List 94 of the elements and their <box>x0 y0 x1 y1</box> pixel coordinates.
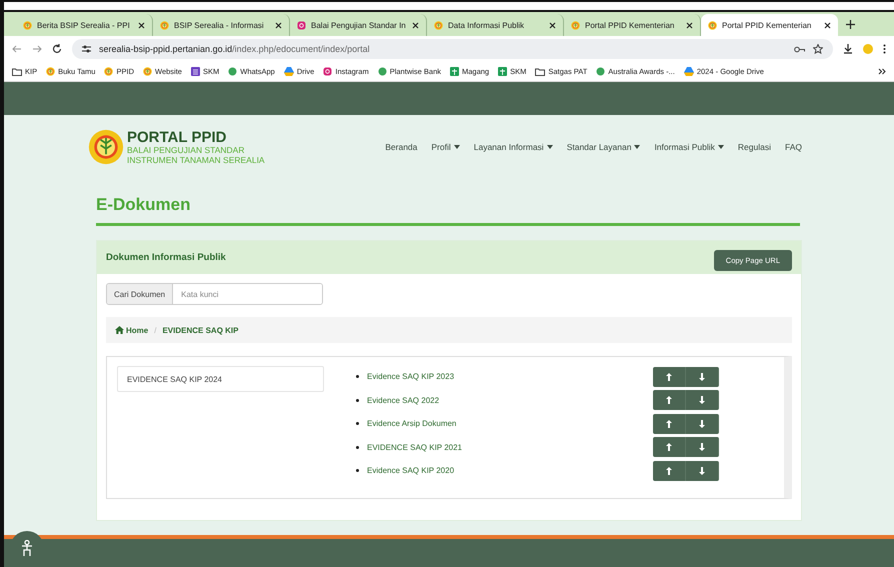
document-link[interactable]: EVIDENCE SAQ KIP 2021 <box>367 442 653 452</box>
folder-icon <box>535 68 546 76</box>
arrow-down-icon <box>699 466 705 475</box>
camera-icon <box>297 20 306 30</box>
close-icon[interactable] <box>686 22 693 28</box>
bullet <box>356 398 359 402</box>
nav-link[interactable]: Informasi Publik <box>654 142 724 152</box>
document-link[interactable]: Evidence SAQ KIP 2023 <box>367 372 653 382</box>
caret-icon <box>634 145 640 149</box>
document-link[interactable]: Evidence SAQ KIP 2020 <box>367 466 653 476</box>
emblem-icon <box>434 20 443 30</box>
nav-link[interactable]: FAQ <box>784 142 802 152</box>
site-title: PORTAL PPID <box>127 130 228 144</box>
arrow-up-icon <box>666 420 672 428</box>
bullet <box>356 375 359 378</box>
site-subtitle: BALAI PENGUJIAN STANDAR <box>127 144 246 154</box>
nav-link[interactable]: Standar Layanan <box>566 142 640 152</box>
address-bar[interactable]: serealia-bsip-ppid.pertanian.go.id/index.php/edocument/index/portal <box>72 39 833 59</box>
arrow-up-icon <box>666 396 672 404</box>
move-up-button[interactable] <box>653 460 686 481</box>
caret-icon <box>454 145 460 149</box>
plus-icon[interactable] <box>846 20 855 29</box>
emblem-icon <box>104 67 114 76</box>
arrow-up-icon <box>666 443 672 452</box>
breadcrumb-current: EVIDENCE SAQ KIP <box>162 326 238 334</box>
sheet-icon <box>498 67 508 76</box>
nav-link[interactable]: Layanan Informasi <box>474 142 553 152</box>
arrow-up-icon <box>666 372 672 381</box>
close-icon[interactable] <box>138 22 145 28</box>
home-icon <box>115 326 124 334</box>
emblem-icon <box>571 20 580 30</box>
star-icon[interactable] <box>813 44 823 54</box>
arrow-down-icon <box>699 420 705 428</box>
url-text: serealia-bsip-ppid.pertanian.go.id/index.php/edocument/index/portal <box>99 44 370 54</box>
back-icon[interactable] <box>12 44 22 54</box>
move-up-button[interactable] <box>653 366 686 387</box>
move-down-button[interactable] <box>686 437 719 458</box>
folder-item[interactable]: EVIDENCE SAQ KIP 2024 <box>117 366 324 392</box>
move-up-button[interactable] <box>653 390 686 410</box>
bullet <box>356 422 359 426</box>
site-subtitle: INSTRUMEN TANAMAN SEREALIA <box>127 154 265 164</box>
arrow-down-icon <box>699 396 705 404</box>
triangle-icon <box>284 67 294 76</box>
circle-icon <box>378 67 387 76</box>
nav-link[interactable]: Profil <box>431 142 460 152</box>
nav-link[interactable]: Beranda <box>385 142 418 152</box>
move-down-button[interactable] <box>686 460 719 481</box>
move-up-button[interactable] <box>653 437 686 458</box>
folder-icon <box>12 68 22 76</box>
circle-icon <box>596 67 606 76</box>
more-icon[interactable] <box>883 44 886 54</box>
bullet <box>356 446 359 449</box>
close-icon[interactable] <box>549 22 556 28</box>
accessibility-icon <box>21 540 33 556</box>
circle-icon <box>228 67 238 76</box>
download-icon[interactable] <box>843 44 853 54</box>
close-icon[interactable] <box>412 22 419 28</box>
arrow-down-icon <box>699 372 705 381</box>
close-icon[interactable] <box>275 22 282 28</box>
nav-link[interactable]: Regulasi <box>738 142 771 152</box>
document-link[interactable]: Evidence Arsip Dokumen <box>367 419 653 428</box>
move-down-button[interactable] <box>686 390 719 410</box>
bullet <box>356 469 359 472</box>
emblem-icon <box>708 20 717 30</box>
search-label: Cari Dokumen <box>107 284 174 304</box>
document-link[interactable]: Evidence SAQ 2022 <box>367 396 653 405</box>
reload-icon[interactable] <box>52 44 62 54</box>
move-down-button[interactable] <box>686 366 719 387</box>
triangle-icon <box>684 67 694 76</box>
chevron-double-icon[interactable] <box>878 68 886 75</box>
caret-icon <box>546 145 553 149</box>
forward-icon[interactable] <box>32 44 42 54</box>
emblem-icon <box>88 129 124 165</box>
move-up-button[interactable] <box>653 414 686 434</box>
emblem-icon <box>160 20 169 30</box>
breadcrumb-separator: / <box>154 326 156 334</box>
browser-tab[interactable]: Portal PPID Kementerian <box>701 14 838 36</box>
caret-icon <box>718 145 724 149</box>
key-icon[interactable] <box>794 46 805 52</box>
camera-icon <box>323 67 332 76</box>
breadcrumb-link[interactable]: Home <box>115 326 148 334</box>
close-icon[interactable] <box>824 22 831 28</box>
form-icon <box>190 67 200 76</box>
page-title: E-Dokumen <box>96 195 192 215</box>
move-down-button[interactable] <box>686 414 719 434</box>
search-field[interactable]: Cari Dokumen Kata kunci <box>106 283 323 305</box>
arrow-down-icon <box>699 443 705 452</box>
arrow-up-icon <box>666 466 672 475</box>
card-title: Dokumen Informasi Publik <box>106 252 226 263</box>
emblem-icon <box>23 20 32 30</box>
emblem-icon <box>143 67 152 76</box>
sheet-icon <box>450 67 459 76</box>
sliders-icon <box>82 45 91 53</box>
emblem-icon <box>46 67 56 76</box>
